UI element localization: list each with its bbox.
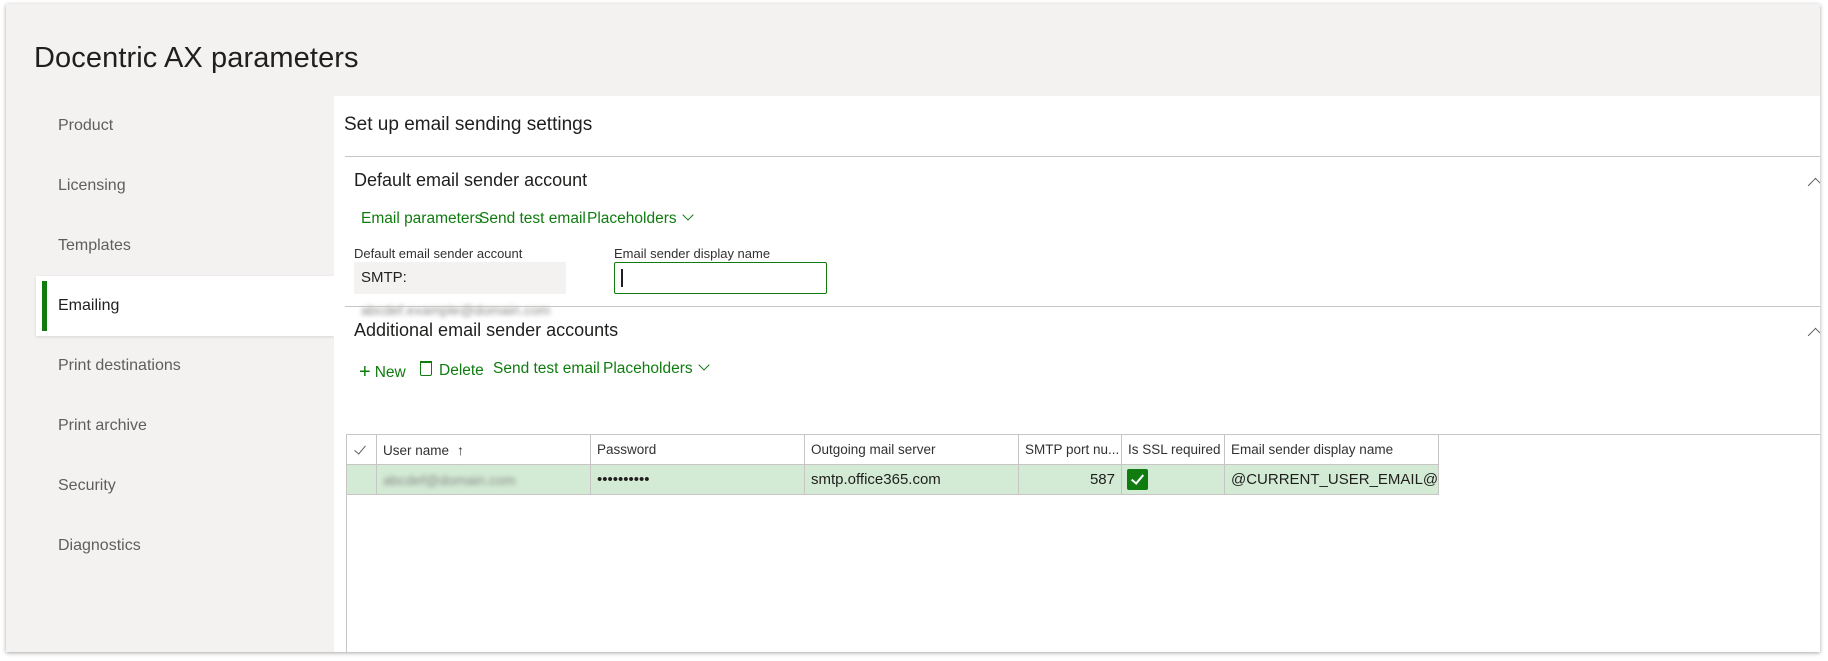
divider xyxy=(345,306,1820,307)
cell-display-name[interactable]: @CURRENT_USER_EMAIL@ xyxy=(1225,465,1439,495)
nav-item-print-destinations[interactable]: Print destinations xyxy=(36,336,334,396)
column-header-user-name[interactable]: User name ↑ xyxy=(377,435,591,465)
collapse-chevron-icon[interactable] xyxy=(1807,177,1820,194)
column-header-label: User name xyxy=(383,443,450,458)
trash-icon xyxy=(420,361,432,376)
collapse-chevron-icon[interactable] xyxy=(1807,327,1820,344)
column-header-ssl[interactable]: Is SSL required xyxy=(1122,435,1225,465)
new-button[interactable]: + New xyxy=(359,360,406,383)
ssl-checkbox[interactable] xyxy=(1127,469,1148,490)
checkmark-icon xyxy=(354,442,366,455)
placeholders-label: Placeholders xyxy=(603,360,693,377)
nav-item-product[interactable]: Product xyxy=(36,96,334,156)
side-nav: Product Licensing Templates Emailing Pri… xyxy=(36,96,334,652)
delete-label: Delete xyxy=(439,362,484,379)
email-parameters-link[interactable]: Email parameters xyxy=(361,210,482,228)
main-panel: Set up email sending settings Default em… xyxy=(334,96,1820,652)
sender-accounts-grid: User name ↑ Password Outgoing mail server… xyxy=(346,434,1820,652)
nav-item-security[interactable]: Security xyxy=(36,456,334,516)
display-name-label: Email sender display name xyxy=(614,246,771,261)
page-title: Docentric AX parameters xyxy=(34,42,359,74)
nav-item-templates[interactable]: Templates xyxy=(36,216,334,276)
cell-port[interactable]: 587 xyxy=(1019,465,1122,495)
placeholders-label: Placeholders xyxy=(587,210,677,227)
additional-senders-group-title[interactable]: Additional email sender accounts xyxy=(354,320,618,341)
sort-ascending-icon: ↑ xyxy=(457,442,465,458)
section-heading: Set up email sending settings xyxy=(344,114,593,135)
new-label: New xyxy=(374,364,406,381)
select-all-header[interactable] xyxy=(347,435,377,465)
send-test-email-button[interactable]: Send test email xyxy=(479,210,586,228)
display-name-input[interactable] xyxy=(614,262,827,294)
default-sender-account-label: Default email sender account xyxy=(354,246,523,261)
chevron-down-icon xyxy=(681,209,694,221)
placeholders-dropdown[interactable]: Placeholders xyxy=(603,359,710,378)
plus-icon: + xyxy=(359,361,371,383)
chevron-down-icon xyxy=(697,359,710,371)
smtp-prefix: SMTP: xyxy=(361,269,407,286)
send-test-email-button[interactable]: Send test email xyxy=(493,360,600,378)
redacted-user-name: abcdef@domain.com xyxy=(383,472,516,488)
nav-item-emailing[interactable]: Emailing xyxy=(36,276,334,336)
default-sender-account-value: SMTP: abcdef.example@domain.com xyxy=(354,262,566,318)
nav-item-licensing[interactable]: Licensing xyxy=(36,156,334,216)
nav-item-diagnostics[interactable]: Diagnostics xyxy=(36,516,334,576)
placeholders-dropdown[interactable]: Placeholders xyxy=(587,209,694,228)
column-header-password[interactable]: Password xyxy=(591,435,805,465)
app-window: Docentric AX parameters Product Licensin… xyxy=(6,4,1820,652)
nav-item-print-archive[interactable]: Print archive xyxy=(36,396,334,456)
text-caret xyxy=(621,269,623,287)
column-header-display-name[interactable]: Email sender display name xyxy=(1225,435,1439,465)
cell-ssl[interactable] xyxy=(1122,465,1225,495)
column-header-server[interactable]: Outgoing mail server xyxy=(805,435,1019,465)
cell-password[interactable]: •••••••••• xyxy=(591,465,805,495)
default-sender-group-title[interactable]: Default email sender account xyxy=(354,170,587,191)
cell-server[interactable]: smtp.office365.com xyxy=(805,465,1019,495)
delete-button[interactable]: Delete xyxy=(420,360,484,380)
row-selector[interactable] xyxy=(347,465,377,495)
divider xyxy=(345,156,1820,157)
cell-user-name[interactable]: abcdef@domain.com xyxy=(377,465,591,495)
column-header-port[interactable]: SMTP port nu... xyxy=(1019,435,1122,465)
